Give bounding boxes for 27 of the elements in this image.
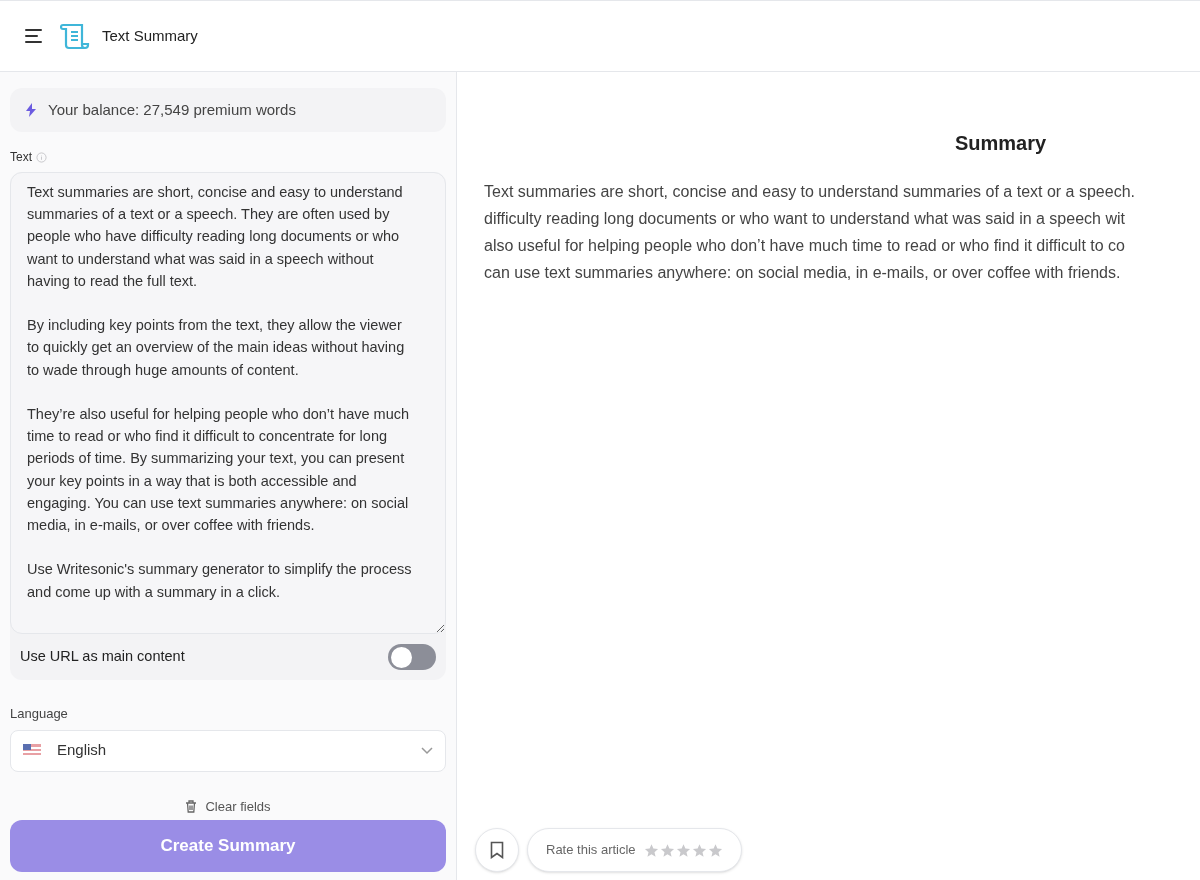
star-icon[interactable] bbox=[675, 842, 691, 858]
field-label: Text bbox=[10, 149, 32, 166]
balance-text: Your balance: 27,549 premium words bbox=[48, 99, 296, 120]
chevron-down-icon bbox=[421, 746, 433, 755]
flag-icon bbox=[23, 744, 41, 757]
star-icon[interactable] bbox=[691, 842, 707, 858]
url-toggle[interactable] bbox=[388, 644, 436, 670]
star-rating[interactable] bbox=[643, 842, 723, 858]
star-icon[interactable] bbox=[659, 842, 675, 858]
toggle-label: Use URL as main content bbox=[20, 647, 185, 667]
bookmark-button[interactable] bbox=[475, 828, 519, 872]
trash-icon bbox=[185, 799, 198, 813]
star-icon[interactable] bbox=[643, 842, 659, 858]
bookmark-icon bbox=[490, 841, 504, 859]
star-icon[interactable] bbox=[707, 842, 723, 858]
scroll-icon bbox=[60, 22, 90, 50]
clear-fields-button[interactable]: Clear fields bbox=[185, 796, 271, 816]
summary-text: Text summaries are short, concise and easy to understand summaries of a text or a speech. difficulty reading long documents or who want to understand what was said in a speech wit also useful for helping people who don’t have much time to read or who find it difficult to co can use text summaries anywhere: on social media, in e-mails, or over coffee with friends. bbox=[483, 182, 1136, 283]
lightning-icon bbox=[26, 103, 36, 117]
text-input[interactable]: Text summaries are short, concise and easy to understand summaries of a text or a speech. They are often used by people who have difficulty reading long documents or who want to understand what was said in a speech without having to read the full text. By including key points from the text, they allow the viewer to quickly get an overview of the main ideas without having to wade through huge amounts of content. They’re also useful for helping people who don’t have much time to read or who find it difficult to concentrate for long periods of time. By summarizing your text, you can present your key points in a way that is both accessible and engaging. You can use text summaries anywhere: on social media, in e-mails, or over coffee with friends. Use Writesonic's summary generator to simplify the process and come up with a summary in a click. bbox=[10, 172, 446, 634]
field-label: Language bbox=[10, 705, 69, 723]
menu-icon[interactable] bbox=[24, 28, 44, 44]
rating-label: Rate this article bbox=[546, 841, 636, 860]
info-icon[interactable] bbox=[36, 151, 47, 163]
app-title: Text Summary bbox=[102, 25, 198, 46]
language-dropdown[interactable]: English bbox=[10, 729, 446, 772]
summary-title: Summary bbox=[953, 131, 1048, 156]
